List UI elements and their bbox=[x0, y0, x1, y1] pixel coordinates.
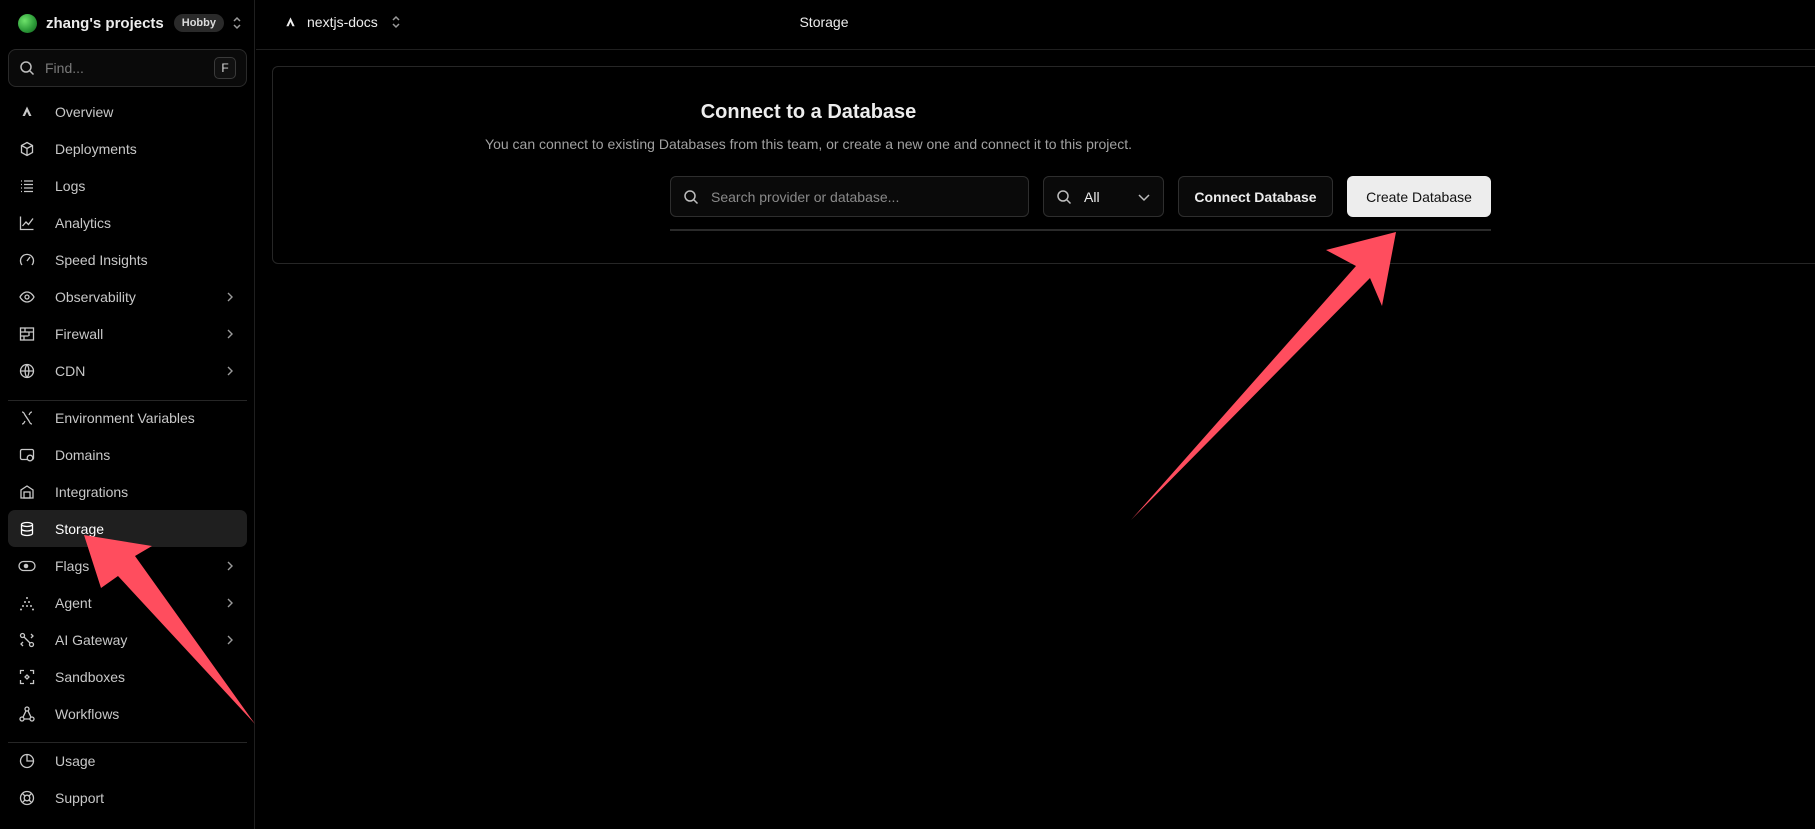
sidebar-item-usage[interactable]: Usage bbox=[8, 742, 247, 779]
search-icon bbox=[1056, 189, 1072, 205]
sidebar-item-label: Sandboxes bbox=[55, 668, 126, 685]
sidebar-item-agent[interactable]: Agent bbox=[8, 584, 247, 621]
create-database-button[interactable]: Create Database bbox=[1347, 176, 1491, 217]
sidebar-item-label: Integrations bbox=[55, 483, 129, 500]
sidebar: zhang's projects Hobby Find... F Overvie… bbox=[0, 0, 255, 829]
sidebar-item-ai-gateway[interactable]: AI Gateway bbox=[8, 621, 247, 658]
connect-database-button[interactable]: Connect Database bbox=[1178, 176, 1333, 217]
sandbox-icon bbox=[18, 668, 36, 686]
search-placeholder: Find... bbox=[45, 60, 84, 76]
pie-icon bbox=[18, 752, 36, 770]
search-icon bbox=[683, 189, 699, 205]
toggle-icon bbox=[18, 557, 36, 575]
domain-icon bbox=[18, 446, 36, 464]
lifebuoy-icon bbox=[18, 789, 36, 807]
sidebar-item-label: Agent bbox=[55, 594, 92, 611]
sidebar-item-observability[interactable]: Observability bbox=[8, 278, 247, 315]
workflow-icon bbox=[18, 705, 36, 723]
sidebar-item-label: Firewall bbox=[55, 325, 104, 342]
sidebar-item-label: Domains bbox=[55, 446, 111, 463]
sidebar-item-label: Logs bbox=[55, 177, 86, 194]
nav-group-settings: Environment Variables Domains Integratio… bbox=[8, 399, 247, 732]
sidebar-item-label: Observability bbox=[55, 288, 136, 305]
sidebar-item-label: AI Gateway bbox=[55, 631, 128, 648]
sidebar-item-logs[interactable]: Logs bbox=[8, 167, 247, 204]
chevron-right-icon bbox=[225, 365, 235, 377]
sidebar-item-speed-insights[interactable]: Speed Insights bbox=[8, 241, 247, 278]
sidebar-item-analytics[interactable]: Analytics bbox=[8, 204, 247, 241]
sidebar-item-domains[interactable]: Domains bbox=[8, 436, 247, 473]
database-search-input[interactable]: Search provider or database... bbox=[670, 176, 1029, 217]
sidebar-item-workflows[interactable]: Workflows bbox=[8, 695, 247, 732]
chevron-right-icon bbox=[225, 597, 235, 609]
sidebar-item-label: CDN bbox=[55, 362, 86, 379]
sidebar-item-sandboxes[interactable]: Sandboxes bbox=[8, 658, 247, 695]
sidebar-item-firewall[interactable]: Firewall bbox=[8, 315, 247, 352]
list-icon bbox=[18, 177, 36, 195]
sidebar-search[interactable]: Find... F bbox=[8, 49, 247, 87]
filter-value: All bbox=[1084, 188, 1100, 205]
firewall-icon bbox=[18, 325, 36, 343]
variables-icon bbox=[18, 409, 36, 427]
sidebar-item-flags[interactable]: Flags bbox=[8, 547, 247, 584]
search-shortcut: F bbox=[214, 57, 236, 79]
sidebar-item-storage[interactable]: Storage bbox=[8, 510, 247, 547]
panel-title: Connect to a Database bbox=[700, 101, 917, 123]
chevron-right-icon bbox=[225, 291, 235, 303]
sidebar-item-cdn[interactable]: CDN bbox=[8, 352, 247, 389]
eye-icon bbox=[18, 288, 36, 306]
page-title: Storage bbox=[799, 14, 849, 30]
integrations-icon bbox=[18, 483, 36, 501]
sidebar-item-label: Analytics bbox=[55, 214, 112, 231]
sidebar-item-label: Support bbox=[55, 789, 105, 806]
gauge-icon bbox=[18, 251, 36, 269]
database-search-placeholder: Search provider or database... bbox=[711, 188, 900, 205]
connect-database-panel bbox=[272, 66, 1815, 264]
panel-subtitle: You can connect to existing Databases fr… bbox=[485, 136, 1132, 152]
sidebar-item-label: Environment Variables bbox=[55, 409, 195, 426]
sidebar-item-label: Speed Insights bbox=[55, 251, 148, 268]
sidebar-item-label: Workflows bbox=[55, 705, 120, 722]
chevron-right-icon bbox=[225, 634, 235, 646]
search-icon bbox=[19, 60, 35, 76]
nav-group-account: Usage Support bbox=[8, 742, 247, 816]
line-chart-icon bbox=[18, 214, 36, 232]
sidebar-item-integrations[interactable]: Integrations bbox=[8, 473, 247, 510]
annotation-arrow-create bbox=[1131, 232, 1396, 520]
sidebar-item-support[interactable]: Support bbox=[8, 779, 247, 816]
sidebar-item-label: Storage bbox=[55, 520, 105, 537]
gateway-icon bbox=[18, 631, 36, 649]
provider-filter-select[interactable]: All bbox=[1043, 176, 1164, 217]
sidebar-item-label: Usage bbox=[55, 752, 96, 769]
chevron-right-icon bbox=[225, 328, 235, 340]
chevron-down-icon bbox=[1137, 192, 1151, 202]
sidebar-item-environment-variables[interactable]: Environment Variables bbox=[8, 399, 247, 436]
agent-icon bbox=[18, 594, 36, 612]
globe-icon bbox=[18, 362, 36, 380]
chevron-right-icon bbox=[225, 560, 235, 572]
database-icon bbox=[18, 520, 36, 538]
panel-divider bbox=[670, 229, 1491, 231]
sidebar-item-label: Flags bbox=[55, 557, 90, 574]
